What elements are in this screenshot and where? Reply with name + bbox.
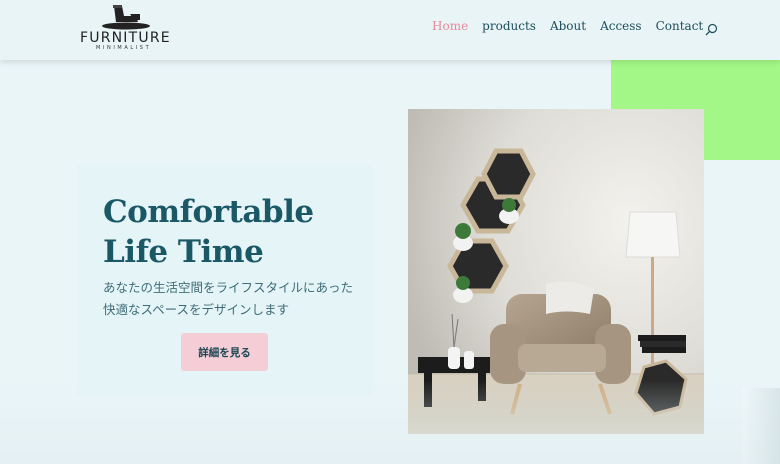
hero-description: あなたの生活空間をライフスタイルにあった 快適なスペースをデザインします <box>103 277 363 321</box>
site-header: FURNITURE MINIMALIST Home products About… <box>0 0 780 60</box>
details-button[interactable]: 詳細を見る <box>181 333 268 371</box>
nav-access[interactable]: Access <box>600 19 642 33</box>
hero-photo <box>408 109 704 434</box>
nav-contact[interactable]: Contact <box>656 19 704 33</box>
brand-name: FURNITURE <box>80 30 171 46</box>
brand-tagline: MINIMALIST <box>96 45 152 51</box>
living-room-photo <box>408 109 704 434</box>
brand-logo[interactable]: FURNITURE MINIMALIST <box>80 2 175 54</box>
hero-description-line-2: 快適なスペースをデザインします <box>103 302 290 317</box>
nav-about[interactable]: About <box>550 19 586 33</box>
search-icon[interactable] <box>705 21 718 35</box>
nav-products[interactable]: products <box>482 19 536 33</box>
hero-title: Comfortable Life Time <box>103 194 314 270</box>
hero-description-line-1: あなたの生活空間をライフスタイルにあった <box>103 280 354 295</box>
right-shadow <box>742 388 780 464</box>
armchair-logo-icon <box>102 5 150 30</box>
nav-home[interactable]: Home <box>432 19 468 33</box>
main-nav: Home products About Access Contact <box>432 19 718 35</box>
